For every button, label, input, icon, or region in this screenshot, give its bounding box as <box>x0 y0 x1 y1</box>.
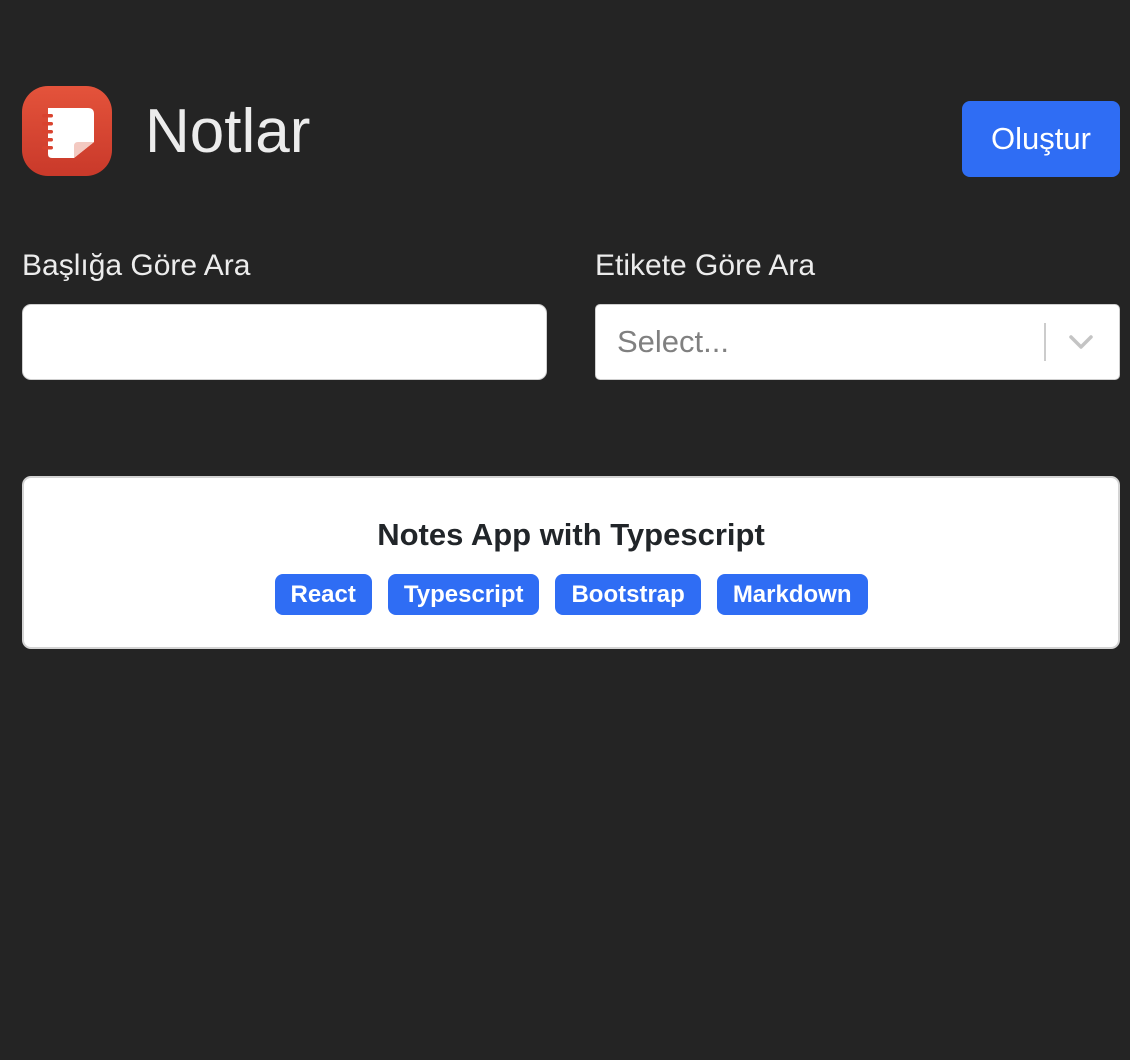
dropdown-separator <box>1044 323 1046 361</box>
note-tag-list: React Typescript Bootstrap Markdown <box>24 574 1118 615</box>
tag-search-label: Etikete Göre Ara <box>595 249 816 282</box>
tag-badge: Markdown <box>716 574 868 615</box>
create-note-button[interactable]: Oluştur <box>962 101 1120 177</box>
page-title: Notlar <box>145 97 311 166</box>
tag-badge: Typescript <box>387 574 540 615</box>
notes-app-logo-icon <box>22 86 112 176</box>
note-title: Notes App with Typescript <box>377 517 765 552</box>
note-card[interactable]: Notes App with Typescript React Typescri… <box>22 476 1120 649</box>
title-search-label: Başlığa Göre Ara <box>22 249 251 282</box>
chevron-down-icon[interactable] <box>1066 330 1096 354</box>
tag-badge: Bootstrap <box>555 574 701 615</box>
tag-select-dropdown[interactable]: Select... <box>595 304 1120 380</box>
tag-select-placeholder: Select... <box>617 324 729 359</box>
tag-badge: React <box>274 574 372 615</box>
title-search-input[interactable] <box>22 304 547 380</box>
